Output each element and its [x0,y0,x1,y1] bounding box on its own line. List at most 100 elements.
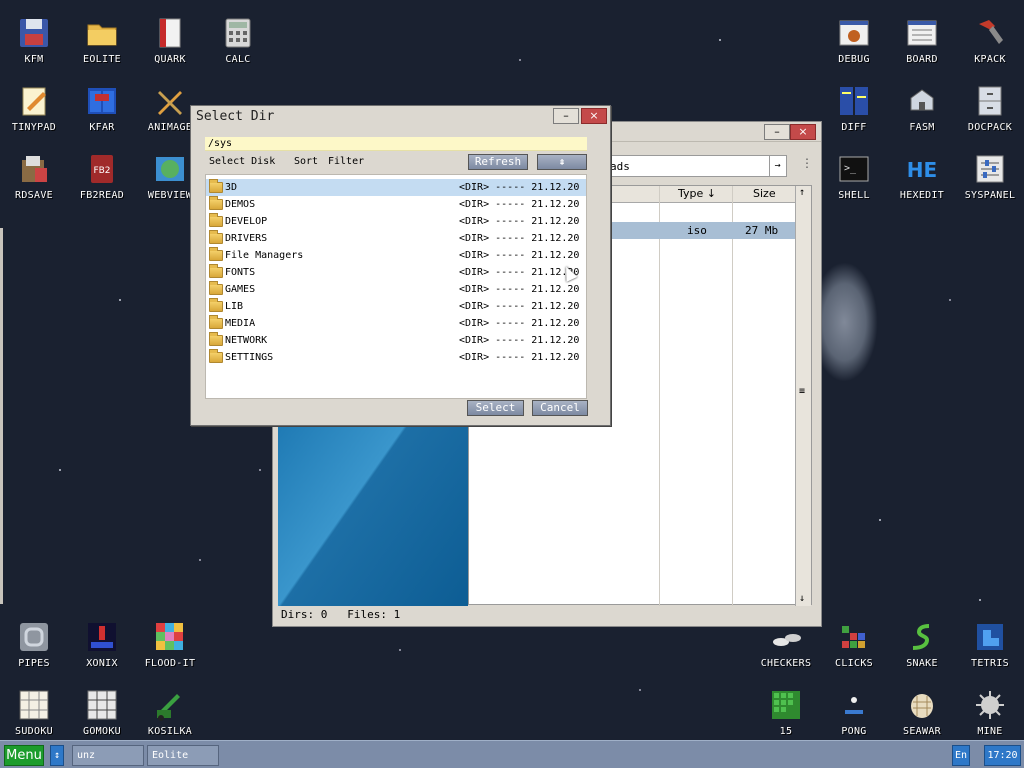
desktop-icon-quark[interactable]: QUARK [136,8,204,72]
entry-meta: <DIR> ----- 21.12.20 [459,216,579,227]
desktop-icon-calc[interactable]: CALC [204,8,272,72]
menu-button[interactable]: Menu [4,745,44,766]
desktop-icon-fasm[interactable]: FASM [888,76,956,140]
entry-attr: ----- [495,352,526,363]
bug-icon [839,20,869,46]
pong-icon [845,697,863,714]
desktop-icon-fifteen[interactable]: 15 [752,680,820,744]
desktop-icon-kosilka[interactable]: KOSILKA [136,680,204,744]
list-item[interactable]: FONTS <DIR> ----- 21.12.20 [206,264,586,281]
language-indicator[interactable]: En [952,745,970,766]
column-type[interactable]: Type ↓ [678,187,716,200]
entry-meta: <DIR> ----- 21.12.20 [459,233,579,244]
eolite-address-field[interactable]: ads [607,155,787,177]
select-disk-menu[interactable]: Select Disk [209,156,275,167]
folder-icon [209,349,223,363]
column-size[interactable]: Size [753,187,776,200]
list-item[interactable]: MEDIA <DIR> ----- 21.12.20 [206,315,586,332]
list-item[interactable]: 3D <DIR> ----- 21.12.20 [206,179,586,196]
desktop-icon-shell[interactable]: >_ SHELL [820,144,888,208]
entry-meta: <DIR> ----- 21.12.20 [459,250,579,261]
desktop-icon-kpack[interactable]: KPACK [956,8,1024,72]
scroll-grip-icon[interactable]: ≡ [799,386,805,397]
entry-attr: ----- [495,284,526,295]
desktop-icon-diff[interactable]: DIFF [820,76,888,140]
entry-name: MEDIA [225,318,256,329]
select-button[interactable]: Select [467,400,524,416]
desktop-icon-fb2read[interactable]: FB2 FB2READ [68,144,136,208]
entry-date: 21.12.20 [531,199,580,210]
desktop-icon-board[interactable]: BOARD [888,8,956,72]
desktop-icon-eolite[interactable]: EOLITE [68,8,136,72]
floppy-disk-icon [20,19,48,47]
entry-name: SETTINGS [225,352,274,363]
scroll-down-icon[interactable]: ↓ [799,593,805,604]
entry-name: DRIVERS [225,233,268,244]
desktop-icon-clicks[interactable]: CLICKS [820,612,888,676]
list-item[interactable]: DRIVERS <DIR> ----- 21.12.20 [206,230,586,247]
desktop-icon-docpack[interactable]: DOCPACK [956,76,1024,140]
list-item[interactable]: GAMES <DIR> ----- 21.12.20 [206,281,586,298]
desktop-icon-pipes[interactable]: PIPES [0,612,68,676]
folder-icon [209,196,223,210]
entry-date: 21.12.20 [531,216,580,227]
desktop-icon-kfm[interactable]: KFM [0,8,68,72]
desktop-icon-label: TINYPAD [11,122,57,133]
desktop-icon-debug[interactable]: DEBUG [820,8,888,72]
desktop-icon-hexedit[interactable]: HE HEXEDIT [888,144,956,208]
parent-dir-button[interactable]: ⇞ [537,154,587,170]
filter-menu[interactable]: Filter [328,156,364,167]
desktop-icon-mine[interactable]: MINE [956,680,1024,744]
more-icon[interactable]: ⋮ [801,156,813,170]
desktop-icon-label: QUARK [154,54,186,65]
path-input[interactable]: /sys [205,137,587,151]
entry-type: <DIR> [459,301,490,312]
desktop-icon-tinypad[interactable]: TINYPAD [0,76,68,140]
desktop-icon-label: TETRIS [971,658,1009,669]
eolite-close-button[interactable]: × [790,124,816,140]
cancel-button[interactable]: Cancel [532,400,588,416]
desktop-icon-kfar[interactable]: KFAR [68,76,136,140]
desktop-icon-gomoku[interactable]: GOMOKU [68,680,136,744]
list-item[interactable]: DEMOS <DIR> ----- 21.12.20 [206,196,586,213]
desktop-icon-label: RDSAVE [15,190,53,201]
desktop-icon-label: CALC [225,54,251,65]
desktop-icon-syspanel[interactable]: SYSPANEL [956,144,1024,208]
task-unz[interactable]: unz [72,745,144,766]
entry-date: 21.12.20 [531,250,580,261]
dialog-minimize-button[interactable]: – [553,108,579,124]
desktop-icon-xonix[interactable]: XONIX [68,612,136,676]
entry-name: NETWORK [225,335,268,346]
book-icon [159,18,181,48]
desktop-icon-tetris[interactable]: TETRIS [956,612,1024,676]
task-eolite[interactable]: Eolite [147,745,219,766]
desktop-icon-floodit[interactable]: FLOOD-IT [136,612,204,676]
taskbar-scroll-button[interactable]: ↕ [50,745,64,766]
directory-list[interactable]: 3D <DIR> ----- 21.12.20 DEMOS <DIR> ----- 2… [205,174,587,399]
snake-icon [912,624,930,650]
desktop-icon-label: PIPES [18,658,50,669]
clock[interactable]: 17:20 [984,745,1021,766]
dialog-titlebar[interactable]: Select Dir [191,106,610,128]
desktop-icon-seawar[interactable]: SEAWAR [888,680,956,744]
sort-menu[interactable]: Sort [294,156,318,167]
desktop-icon-snake[interactable]: SNAKE [888,612,956,676]
scroll-up-icon[interactable]: ↑ [799,187,805,198]
entry-date: 21.12.20 [531,182,580,193]
list-item[interactable]: LIB <DIR> ----- 21.12.20 [206,298,586,315]
desktop-icon-rdsave[interactable]: RDSAVE [0,144,68,208]
address-go-button[interactable]: → [769,156,785,176]
folder-icon [209,281,223,295]
desktop-icon-pong[interactable]: PONG [820,680,888,744]
list-item[interactable]: SETTINGS <DIR> ----- 21.12.20 [206,349,586,366]
entry-date: 21.12.20 [531,233,580,244]
dialog-close-button[interactable]: × [581,108,607,124]
eolite-minimize-button[interactable]: – [764,124,790,140]
list-item[interactable]: File Managers <DIR> ----- 21.12.20 [206,247,586,264]
list-item[interactable]: NETWORK <DIR> ----- 21.12.20 [206,332,586,349]
desktop-icon-sudoku[interactable]: SUDOKU [0,680,68,744]
refresh-button[interactable]: Refresh [468,154,528,170]
list-item[interactable]: DEVELOP <DIR> ----- 21.12.20 [206,213,586,230]
entry-attr: ----- [495,335,526,346]
vertical-scrollbar[interactable]: ↑ ≡ ↓ [795,186,811,606]
